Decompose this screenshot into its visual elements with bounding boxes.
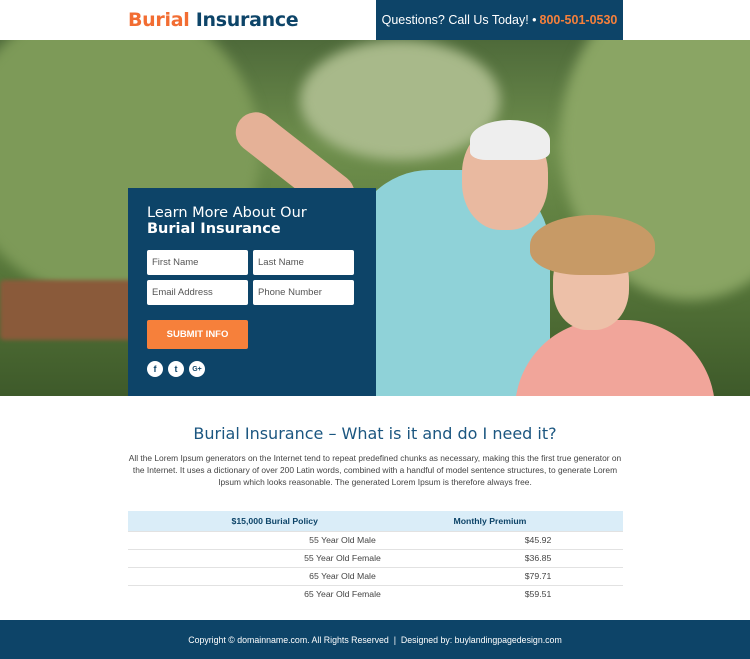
table-cell: $59.51 [453, 584, 623, 603]
lead-form: Learn More About Our Burial Insurance Fi… [128, 188, 376, 396]
phone-input[interactable]: Phone Number [253, 280, 354, 305]
table-cell: $79.71 [453, 566, 623, 585]
social-links: f t G+ [147, 361, 357, 377]
logo-part2: Insurance [195, 9, 299, 31]
table-row: 65 Year Old Male $79.71 [127, 566, 623, 585]
table-header: Monthly Premium [453, 511, 623, 531]
table-header: $15,000 Burial Policy [127, 511, 454, 531]
footer: Copyright © domainname.com. All Rights R… [0, 620, 750, 659]
facebook-icon[interactable]: f [147, 361, 163, 377]
table-cell: 55 Year Old Male [127, 530, 454, 549]
table-cell: $36.85 [453, 548, 623, 567]
table-cell: 65 Year Old Female [127, 584, 454, 603]
hero-woman-hat [530, 215, 655, 275]
footer-text: Copyright © domainname.com. All Rights R… [188, 634, 562, 645]
google-plus-icon[interactable]: G+ [189, 361, 205, 377]
table-cell: 65 Year Old Male [127, 566, 454, 585]
form-title: Learn More About Our Burial Insurance [147, 205, 357, 237]
section-heading: Burial Insurance – What is it and do I n… [193, 424, 557, 443]
last-name-input[interactable]: Last Name [253, 250, 354, 275]
call-text: Questions? Call Us Today! • [381, 13, 537, 27]
submit-button[interactable]: SUBMIT INFO [147, 320, 248, 349]
logo-part1: Burial [128, 9, 190, 31]
hero-man-hair [470, 120, 550, 160]
table-row: 65 Year Old Female $59.51 [127, 584, 623, 603]
logo[interactable]: Burial Insurance [128, 9, 299, 31]
header: Burial Insurance Questions? Call Us Toda… [0, 0, 750, 40]
table-header-row: $15,000 Burial Policy Monthly Premium [127, 511, 623, 531]
twitter-icon[interactable]: t [168, 361, 184, 377]
table-cell: $45.92 [453, 530, 623, 549]
premium-table: $15,000 Burial Policy Monthly Premium 55… [127, 511, 623, 603]
form-title-line1: Learn More About Our [147, 205, 307, 221]
first-name-input[interactable]: First Name [147, 250, 248, 275]
phone-link[interactable]: 800-501-0530 [540, 13, 618, 27]
hero-background-foliage [0, 280, 140, 340]
form-title-line2: Burial Insurance [147, 221, 281, 237]
section-paragraph: All the Lorem Ipsum generators on the In… [128, 453, 622, 487]
hero-section: Learn More About Our Burial Insurance Fi… [0, 40, 750, 396]
info-section: Burial Insurance – What is it and do I n… [0, 396, 750, 603]
email-input[interactable]: Email Address [147, 280, 248, 305]
call-box: Questions? Call Us Today! • 800-501-0530 [376, 0, 623, 40]
table-cell: 55 Year Old Female [127, 548, 454, 567]
table-row: 55 Year Old Female $36.85 [127, 548, 623, 567]
table-row: 55 Year Old Male $45.92 [127, 530, 623, 549]
